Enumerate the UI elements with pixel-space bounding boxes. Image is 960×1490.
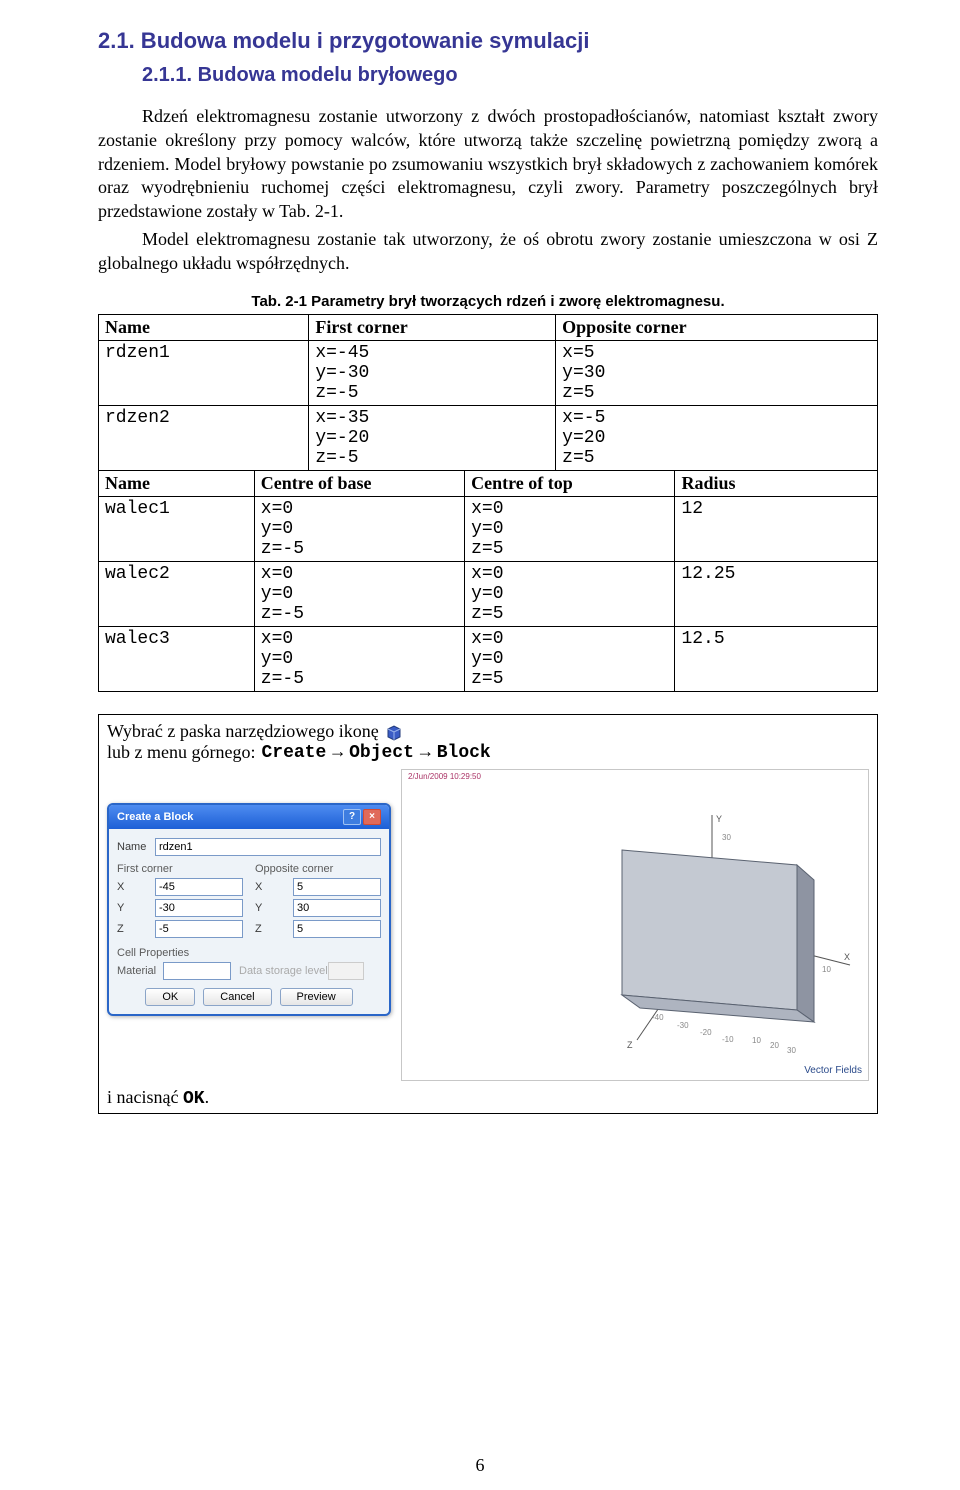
cell-name: walec2 bbox=[99, 562, 255, 627]
cell-first: x=-45 y=-30 z=-5 bbox=[309, 341, 556, 406]
th-radius: Radius bbox=[675, 471, 878, 497]
cell-base: x=0 y=0 z=-5 bbox=[254, 627, 464, 692]
viewport-timestamp: 2/Jun/2009 10:29:50 bbox=[408, 772, 481, 781]
cell-top: x=0 y=0 z=5 bbox=[465, 562, 675, 627]
opp-corner-label: Opposite corner bbox=[255, 863, 381, 875]
arrow-icon: → bbox=[332, 743, 343, 763]
th-first: First corner bbox=[309, 315, 556, 341]
y-label: Y bbox=[117, 902, 155, 914]
svg-text:-10: -10 bbox=[722, 1035, 734, 1044]
dsl-input bbox=[328, 962, 364, 980]
page-number: 6 bbox=[0, 1455, 960, 1476]
svg-text:30: 30 bbox=[787, 1046, 796, 1055]
svg-text:10: 10 bbox=[752, 1036, 761, 1045]
cell-top: x=0 y=0 z=5 bbox=[465, 627, 675, 692]
svg-text:30: 30 bbox=[722, 833, 731, 842]
cell-base: x=0 y=0 z=-5 bbox=[254, 497, 464, 562]
name-label: Name bbox=[117, 841, 155, 853]
instr-end: i nacisnąć OK. bbox=[107, 1087, 869, 1109]
svg-text:20: 20 bbox=[770, 1041, 779, 1050]
th-top: Centre of top bbox=[465, 471, 675, 497]
cell-radius: 12 bbox=[675, 497, 878, 562]
material-label: Material bbox=[117, 965, 163, 977]
heading-3: 2.1.1. Budowa modelu bryłowego bbox=[98, 64, 878, 87]
svg-text:Z: Z bbox=[627, 1040, 633, 1050]
block-icon bbox=[385, 723, 403, 741]
y-label: Y bbox=[255, 902, 293, 914]
preview-button[interactable]: Preview bbox=[280, 988, 353, 1006]
arrow-icon: → bbox=[420, 743, 431, 763]
ok-button[interactable]: OK bbox=[145, 988, 195, 1006]
cell-radius: 12.5 bbox=[675, 627, 878, 692]
x-label: X bbox=[255, 881, 293, 893]
z-label: Z bbox=[255, 923, 293, 935]
svg-text:-20: -20 bbox=[700, 1028, 712, 1037]
name-input[interactable]: rdzen1 bbox=[155, 838, 381, 856]
heading-2: 2.1. Budowa modelu i przygotowanie symul… bbox=[98, 28, 878, 54]
cell-opp: x=5 y=30 z=5 bbox=[556, 341, 878, 406]
instruction-box: Wybrać z paska narzędziowego ikonę lub z… bbox=[98, 714, 878, 1114]
cell-name: rdzen1 bbox=[99, 341, 309, 406]
cell-name: rdzen2 bbox=[99, 406, 309, 471]
dialog-title-text: Create a Block bbox=[117, 811, 193, 823]
block-3d-icon: Y X Z 30 -40 -30 -20 -10 10 20 bbox=[582, 810, 862, 1070]
table-caption: Tab. 2-1 Parametry brył tworzących rdzeń… bbox=[98, 293, 878, 310]
menu-create: Create bbox=[261, 743, 326, 763]
cell-first: x=-35 y=-20 z=-5 bbox=[309, 406, 556, 471]
paragraph-1: Rdzeń elektromagnesu zostanie utworzony … bbox=[98, 105, 878, 224]
first-corner-label: First corner bbox=[117, 863, 243, 875]
first-x-input[interactable]: -45 bbox=[155, 878, 243, 896]
cell-name: walec1 bbox=[99, 497, 255, 562]
help-icon[interactable]: ? bbox=[343, 809, 361, 825]
x-label: X bbox=[117, 881, 155, 893]
menu-object: Object bbox=[349, 743, 414, 763]
cell-opp: x=-5 y=20 z=5 bbox=[556, 406, 878, 471]
viewport-3d: 2/Jun/2009 10:29:50 Y X Z 30 -40 bbox=[401, 769, 869, 1081]
paragraph-2: Model elektromagnesu zostanie tak utworz… bbox=[98, 228, 878, 276]
viewport-brand: Vector Fields bbox=[804, 1065, 862, 1076]
z-label: Z bbox=[117, 923, 155, 935]
svg-text:-30: -30 bbox=[677, 1021, 689, 1030]
table-cylinders: Name Centre of base Centre of top Radius… bbox=[98, 470, 878, 692]
menu-block: Block bbox=[437, 743, 491, 763]
opp-z-input[interactable]: 5 bbox=[293, 920, 381, 938]
opp-y-input[interactable]: 30 bbox=[293, 899, 381, 917]
instr-text-1: Wybrać z paska narzędziowego ikonę bbox=[107, 721, 379, 742]
close-icon[interactable]: × bbox=[363, 809, 381, 825]
svg-text:-40: -40 bbox=[652, 1013, 664, 1022]
th-name: Name bbox=[99, 471, 255, 497]
table-blocks: Name First corner Opposite corner rdzen1… bbox=[98, 314, 878, 471]
opp-x-input[interactable]: 5 bbox=[293, 878, 381, 896]
instr-text-2: lub z menu górnego: bbox=[107, 742, 255, 763]
th-name: Name bbox=[99, 315, 309, 341]
cell-props-label: Cell Properties bbox=[117, 947, 381, 959]
dialog-titlebar: Create a Block ? × bbox=[109, 805, 389, 829]
create-block-dialog: Create a Block ? × Name rdzen1 First cor… bbox=[107, 803, 391, 1016]
dsl-label: Data storage level bbox=[239, 965, 328, 977]
first-z-input[interactable]: -5 bbox=[155, 920, 243, 938]
svg-text:X: X bbox=[844, 952, 850, 962]
cell-base: x=0 y=0 z=-5 bbox=[254, 562, 464, 627]
th-opp: Opposite corner bbox=[556, 315, 878, 341]
first-y-input[interactable]: -30 bbox=[155, 899, 243, 917]
material-input[interactable] bbox=[163, 962, 231, 980]
cell-top: x=0 y=0 z=5 bbox=[465, 497, 675, 562]
cell-name: walec3 bbox=[99, 627, 255, 692]
svg-text:10: 10 bbox=[822, 965, 831, 974]
th-base: Centre of base bbox=[254, 471, 464, 497]
cancel-button[interactable]: Cancel bbox=[203, 988, 271, 1006]
cell-radius: 12.25 bbox=[675, 562, 878, 627]
svg-text:Y: Y bbox=[716, 814, 722, 824]
